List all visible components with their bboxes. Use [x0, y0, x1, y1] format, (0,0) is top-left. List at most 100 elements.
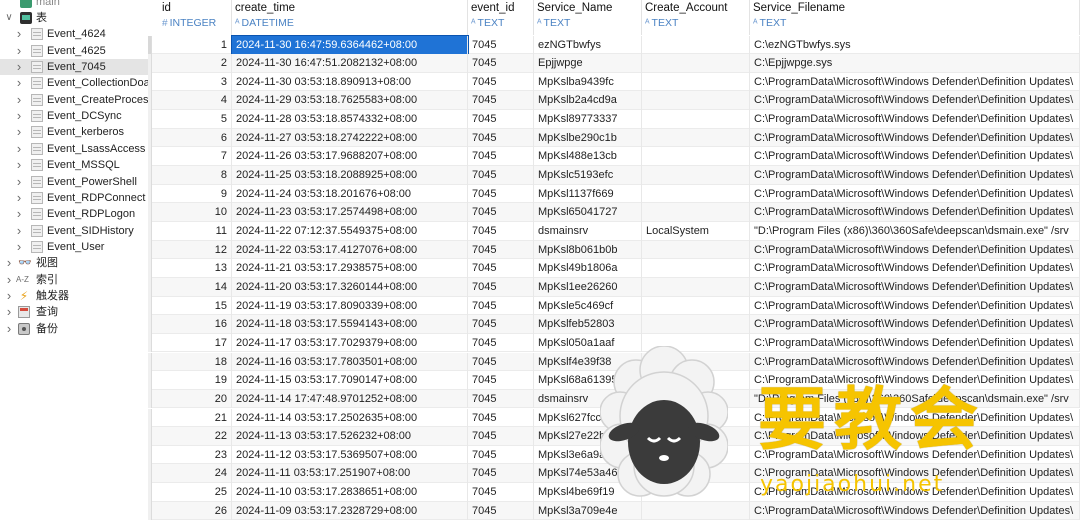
table-cell-service-filename[interactable]: C:\ProgramData\Microsoft\Windows Defende…: [750, 166, 1080, 185]
chevron-right-icon[interactable]: ›: [14, 108, 24, 124]
table-row[interactable]: 11 2024-11-22 07:12:37.5549375+08:00 7045 d…: [148, 222, 1080, 241]
table-cell-event-id[interactable]: 7045: [468, 333, 534, 353]
table-cell-service-name[interactable]: MpKsl627fcc0: [534, 408, 642, 428]
table-cell-id[interactable]: 6: [152, 128, 232, 148]
table-cell-id[interactable]: 15: [152, 296, 232, 316]
table-row[interactable]: 19 2024-11-15 03:53:17.7090147+08:00 7045 M…: [148, 371, 1080, 390]
table-cell-create-account[interactable]: [642, 240, 750, 260]
table-cell-service-filename[interactable]: C:\ProgramData\Microsoft\Windows Defende…: [750, 128, 1080, 148]
table-cell-service-name[interactable]: MpKsl49b1806a: [534, 259, 642, 278]
table-cell-id[interactable]: 26: [152, 501, 232, 520]
table-cell-create-account[interactable]: [642, 277, 750, 297]
tree-item-table[interactable]: › Event_MSSQL: [17, 157, 148, 173]
column-header-create-time[interactable]: create_time ᴬ DATETIME: [232, 0, 468, 35]
table-row[interactable]: 5 2024-11-28 03:53:18.8574332+08:00 7045 Mp…: [148, 110, 1080, 129]
table-cell-create-time[interactable]: 2024-11-14 03:53:17.2502635+08:00: [232, 408, 468, 428]
tree-item-table[interactable]: › Event_4624: [17, 26, 148, 42]
table-cell-service-filename[interactable]: C:\ProgramData\Microsoft\Windows Defende…: [750, 352, 1080, 372]
table-row[interactable]: 23 2024-11-12 03:53:17.5369507+08:00 7045 M…: [148, 445, 1080, 465]
table-cell-service-name[interactable]: MpKslbe290c1b: [534, 128, 642, 148]
chevron-right-icon[interactable]: ›: [14, 239, 24, 255]
chevron-right-icon[interactable]: ›: [14, 124, 24, 140]
table-cell-create-time[interactable]: 2024-11-24 03:53:18.201676+08:00: [232, 184, 468, 204]
tree-group-item[interactable]: › ⚡ 触发器: [0, 288, 148, 304]
table-cell-service-filename[interactable]: C:\ProgramData\Microsoft\Windows Defende…: [750, 91, 1080, 111]
table-cell-id[interactable]: 12: [152, 240, 232, 260]
table-cell-id[interactable]: 19: [152, 371, 232, 390]
table-cell-service-filename[interactable]: "D:\Program Files (x86)\360\360Safe\deep…: [750, 389, 1080, 409]
tree-item-table[interactable]: › Event_4625: [17, 43, 148, 59]
table-cell-service-filename[interactable]: C:\ProgramData\Microsoft\Windows Defende…: [750, 315, 1080, 334]
tree-item-table[interactable]: › Event_PowerShell: [17, 174, 148, 190]
table-row[interactable]: 17 2024-11-17 03:53:17.7029379+08:00 7045 M…: [148, 333, 1080, 353]
table-row[interactable]: 10 2024-11-23 03:53:17.2574498+08:00 7045 M…: [148, 203, 1080, 222]
chevron-right-icon[interactable]: ›: [4, 255, 14, 271]
table-cell-service-name[interactable]: dsmainsrv: [534, 389, 642, 409]
table-cell-event-id[interactable]: 7045: [468, 464, 534, 484]
column-header-event-id[interactable]: event_id ᴬ TEXT: [468, 0, 534, 35]
table-cell-service-name[interactable]: dsmainsrv: [534, 222, 642, 241]
table-row[interactable]: 24 2024-11-11 03:53:17.251907+08:00 7045 Mp…: [148, 464, 1080, 484]
table-cell-event-id[interactable]: 7045: [468, 91, 534, 111]
tree-item-table[interactable]: › Event_RDPLogon: [17, 206, 148, 222]
tree-group-item[interactable]: › 备份: [0, 321, 148, 337]
chevron-right-icon[interactable]: ›: [4, 288, 14, 304]
table-cell-event-id[interactable]: 7045: [468, 128, 534, 148]
tree-group-item[interactable]: › 👓 视图: [0, 255, 148, 271]
table-cell-service-name[interactable]: MpKslc5193efc: [534, 166, 642, 185]
table-cell-create-account[interactable]: [642, 464, 750, 484]
column-header-service-filename[interactable]: Service_Filename ᴬ TEXT: [750, 0, 1080, 35]
table-row[interactable]: 15 2024-11-19 03:53:17.8090339+08:00 7045 M…: [148, 296, 1080, 316]
table-cell-service-name[interactable]: MpKsl65041727: [534, 203, 642, 222]
table-cell-create-account[interactable]: [642, 54, 750, 73]
chevron-right-icon[interactable]: ›: [14, 190, 24, 206]
table-cell-event-id[interactable]: 7045: [468, 445, 534, 465]
table-cell-create-account[interactable]: [642, 445, 750, 465]
table-cell-event-id[interactable]: 7045: [468, 54, 534, 73]
table-cell-id[interactable]: 24: [152, 464, 232, 484]
table-cell-service-filename[interactable]: C:\ProgramData\Microsoft\Windows Defende…: [750, 110, 1080, 129]
chevron-right-icon[interactable]: ›: [14, 26, 24, 42]
table-cell-create-time[interactable]: 2024-11-22 03:53:17.4127076+08:00: [232, 240, 468, 260]
table-cell-event-id[interactable]: 7045: [468, 296, 534, 316]
table-cell-service-name[interactable]: MpKsl488e13cb: [534, 147, 642, 166]
table-row[interactable]: 13 2024-11-21 03:53:17.2938575+08:00 7045 M…: [148, 259, 1080, 278]
table-row[interactable]: 9 2024-11-24 03:53:18.201676+08:00 7045 MpK…: [148, 184, 1080, 204]
table-cell-event-id[interactable]: 7045: [468, 352, 534, 372]
table-cell-id[interactable]: 23: [152, 445, 232, 465]
table-cell-create-time[interactable]: 2024-11-18 03:53:17.5594143+08:00: [232, 315, 468, 334]
table-cell-event-id[interactable]: 7045: [468, 427, 534, 446]
column-header-service-name[interactable]: Service_Name ᴬ TEXT: [534, 0, 642, 35]
table-row[interactable]: 4 2024-11-29 03:53:18.7625583+08:00 7045 Mp…: [148, 91, 1080, 111]
table-cell-service-filename[interactable]: C:\ezNGTbwfys.sys: [750, 35, 1080, 55]
tree-item-table[interactable]: › Event_DCSync: [17, 108, 148, 124]
table-cell-create-account[interactable]: [642, 147, 750, 166]
table-cell-create-time[interactable]: 2024-11-26 03:53:17.9688207+08:00: [232, 147, 468, 166]
table-cell-create-time[interactable]: 2024-11-22 07:12:37.5549375+08:00: [232, 222, 468, 241]
tree-item-table[interactable]: › Event_CreateProcess: [17, 92, 148, 108]
table-cell-service-name[interactable]: ezNGTbwfys: [534, 35, 642, 55]
tree-item-table[interactable]: › Event_LsassAccess: [17, 141, 148, 157]
table-cell-service-name[interactable]: Epjjwpge: [534, 54, 642, 73]
table-cell-event-id[interactable]: 7045: [468, 483, 534, 502]
tree-item-database[interactable]: main: [0, 0, 148, 10]
table-row[interactable]: 26 2024-11-09 03:53:17.2328729+08:00 7045 M…: [148, 501, 1080, 520]
table-cell-id[interactable]: 13: [152, 259, 232, 278]
table-row[interactable]: 8 2024-11-25 03:53:18.2088925+08:00 7045 Mp…: [148, 166, 1080, 185]
table-cell-id[interactable]: 17: [152, 333, 232, 353]
table-cell-id[interactable]: 16: [152, 315, 232, 334]
chevron-right-icon[interactable]: ›: [14, 75, 24, 91]
table-cell-create-time[interactable]: 2024-11-25 03:53:18.2088925+08:00: [232, 166, 468, 185]
chevron-right-icon[interactable]: ›: [14, 141, 24, 157]
table-cell-id[interactable]: 11: [152, 222, 232, 241]
chevron-right-icon[interactable]: ›: [4, 304, 14, 320]
table-cell-service-filename[interactable]: C:\ProgramData\Microsoft\Windows Defende…: [750, 408, 1080, 428]
table-cell-event-id[interactable]: 7045: [468, 277, 534, 297]
table-cell-create-account[interactable]: [642, 72, 750, 92]
table-cell-service-name[interactable]: MpKsl74e53a46: [534, 464, 642, 484]
table-cell-create-account[interactable]: [642, 203, 750, 222]
column-header-create-account[interactable]: Create_Account ᴬ TEXT: [642, 0, 750, 35]
table-cell-create-time[interactable]: 2024-11-30 16:47:51.2082132+08:00: [232, 54, 468, 73]
table-cell-id[interactable]: 8: [152, 166, 232, 185]
table-cell-create-account[interactable]: [642, 110, 750, 129]
